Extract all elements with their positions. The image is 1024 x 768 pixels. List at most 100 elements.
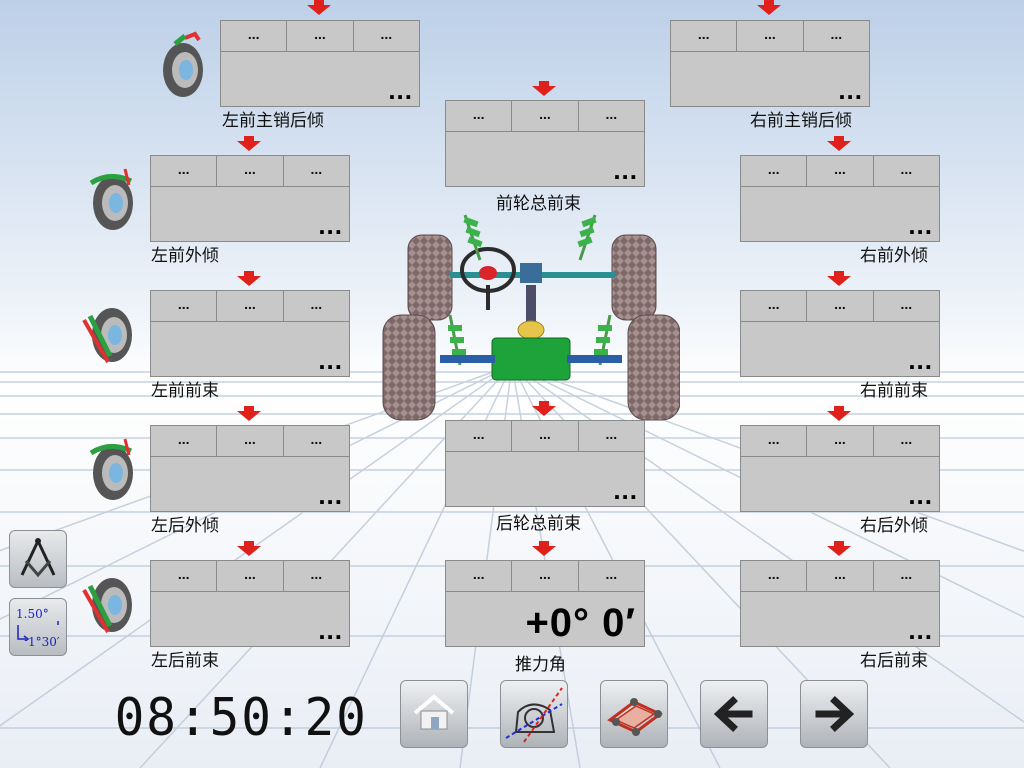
wheel-toe-icon	[82, 578, 132, 633]
wheel-caster-icon	[163, 31, 203, 97]
red-down-arrow-icon	[827, 541, 851, 556]
reading-cell: ...	[605, 566, 618, 582]
reading-cell: ...	[446, 101, 513, 131]
reading-cell: ...	[741, 426, 808, 456]
reading-cell: ...	[151, 291, 218, 321]
rf-toe-panel: ......... ...	[740, 290, 940, 377]
panel-value: ...	[318, 210, 343, 240]
reading-cell: ...	[446, 561, 513, 591]
reading-cell: ...	[807, 156, 874, 186]
reading-cell: ...	[900, 296, 913, 312]
red-down-arrow-icon	[827, 271, 851, 286]
red-down-arrow-icon	[827, 136, 851, 151]
rr-toe-label: 右后前束	[860, 651, 928, 671]
red-down-arrow-icon	[237, 541, 261, 556]
car-chassis-icon	[607, 698, 663, 736]
reading-cell: ...	[217, 426, 284, 456]
reading-cell: ...	[310, 296, 323, 312]
reading-cell: ...	[217, 561, 284, 591]
clock-display: 08:50:20	[114, 688, 368, 748]
reading-cell: ...	[900, 161, 913, 177]
red-down-arrow-icon	[237, 406, 261, 421]
panel-value: ...	[613, 475, 638, 505]
red-down-arrow-icon	[532, 541, 556, 556]
unit-mm-button[interactable]	[9, 530, 67, 588]
unit-toggle-button[interactable]: 1.50° 1°30′	[9, 598, 67, 656]
reading-cell: ...	[671, 21, 738, 51]
reading-cell: ...	[380, 26, 393, 42]
arrow-right-icon	[815, 696, 855, 732]
lf-toe-label: 左前前束	[151, 381, 219, 401]
reading-cell: ...	[807, 291, 874, 321]
rear-total-toe-panel: ......... ...	[445, 420, 645, 507]
rr-toe-panel: ......... ...	[740, 560, 940, 647]
forward-button[interactable]	[800, 680, 868, 748]
reading-cell: ...	[310, 566, 323, 582]
panel-value: ...	[388, 75, 413, 105]
back-button[interactable]	[700, 680, 768, 748]
wheel-camber-icon	[89, 438, 133, 500]
panel-value: ...	[318, 345, 343, 375]
reading-cell: ...	[151, 156, 218, 186]
front-total-toe-label: 前轮总前束	[496, 194, 581, 214]
red-down-arrow-icon	[532, 81, 556, 96]
panel-value: ...	[908, 345, 933, 375]
steering-measure-icon	[505, 687, 563, 743]
red-down-arrow-icon	[532, 401, 556, 416]
lr-camber-panel: ......... ...	[150, 425, 350, 512]
reading-cell: ...	[605, 106, 618, 122]
compass-square-icon	[20, 538, 56, 578]
panel-value: ...	[613, 155, 638, 185]
red-down-arrow-icon	[827, 406, 851, 421]
swap-arrow-icon	[17, 621, 59, 641]
red-down-arrow-icon	[307, 0, 331, 15]
reading-cell: ...	[737, 21, 804, 51]
panel-value: ...	[838, 75, 863, 105]
lf-camber-panel: ......... ...	[150, 155, 350, 242]
rf-camber-panel: ......... ...	[740, 155, 940, 242]
reading-cell: ...	[741, 291, 808, 321]
reading-cell: ...	[900, 566, 913, 582]
panel-value: ...	[318, 615, 343, 645]
thrust-angle-panel: ......... +0° 0′	[445, 560, 645, 647]
rf-camber-label: 右前外倾	[860, 246, 928, 266]
wheel-camber-icon	[89, 168, 133, 230]
wheel-toe-icon	[82, 308, 132, 363]
thrust-angle-value: +0° 0′	[525, 601, 636, 645]
reading-cell: ...	[830, 26, 843, 42]
steering-measure-button[interactable]	[500, 680, 568, 748]
red-down-arrow-icon	[757, 0, 781, 15]
reading-cell: ...	[287, 21, 354, 51]
arrow-left-icon	[713, 696, 753, 732]
lf-camber-label: 左前外倾	[151, 246, 219, 266]
lf-toe-panel: ......... ...	[150, 290, 350, 377]
red-down-arrow-icon	[237, 271, 261, 286]
home-button[interactable]	[400, 680, 468, 748]
reading-cell: ...	[900, 431, 913, 447]
lf-caster-panel: ......... ...	[220, 20, 420, 107]
reading-cell: ...	[741, 561, 808, 591]
thrust-angle-label: 推力角	[515, 655, 566, 675]
rf-caster-panel: ......... ...	[670, 20, 870, 107]
rear-total-toe-label: 后轮总前束	[496, 514, 581, 534]
reading-cell: ...	[512, 561, 579, 591]
reading-cell: ...	[217, 291, 284, 321]
vehicle-data-button[interactable]	[600, 680, 668, 748]
rr-camber-panel: ......... ...	[740, 425, 940, 512]
reading-cell: ...	[807, 561, 874, 591]
reading-cell: ...	[221, 21, 288, 51]
panel-value: ...	[908, 615, 933, 645]
panel-value: ...	[908, 480, 933, 510]
reading-cell: ...	[310, 161, 323, 177]
reading-cell: ...	[741, 156, 808, 186]
reading-cell: ...	[217, 156, 284, 186]
reading-cell: ...	[807, 426, 874, 456]
reading-cell: ...	[512, 421, 579, 451]
panel-value: ...	[908, 210, 933, 240]
rr-camber-label: 右后外倾	[860, 516, 928, 536]
lr-toe-panel: ......... ...	[150, 560, 350, 647]
rf-toe-label: 右前前束	[860, 381, 928, 401]
vehicle-chassis-illustration	[382, 214, 680, 421]
reading-cell: ...	[446, 421, 513, 451]
unit-decimal-degree: 1.50°	[16, 607, 49, 621]
